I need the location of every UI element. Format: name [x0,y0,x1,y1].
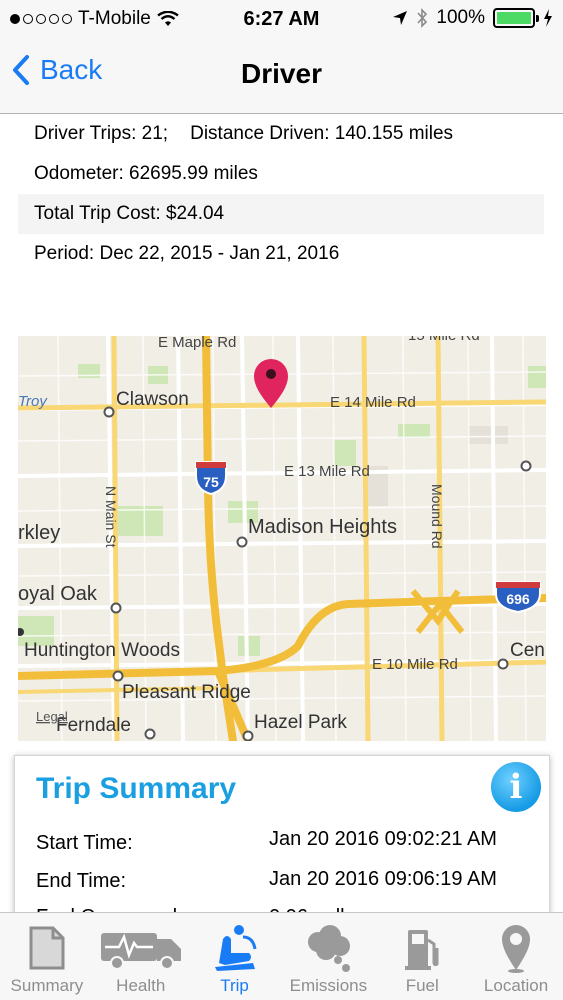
tab-label-summary: Summary [10,976,84,995]
tab-label-health: Health [116,976,166,995]
driver-info: Driver Trips: 21; Distance Driven: 140.1… [18,114,544,274]
period: Period: Dec 22, 2015 - Jan 21, 2016 [18,234,544,274]
map-label-madison-heights: Madison Heights [248,516,397,538]
map-label-e10: E 10 Mile Rd [372,656,458,673]
tab-label-trip: Trip [220,976,249,995]
tab-label-fuel: Fuel [405,976,439,995]
tab-health[interactable]: Health [94,913,188,1000]
info-button[interactable]: i [491,762,541,812]
tab-trip[interactable]: Trip [188,913,282,1000]
location-arrow-icon [393,11,408,25]
map-label-pleasant-ridge: Pleasant Ridge [122,682,251,703]
trip-summary-title: Trip Summary [36,772,237,805]
i75-shield: 75 [195,461,227,496]
driver-seat-icon [214,925,257,971]
battery-icon [493,8,539,28]
map-label-center: Cen [510,640,545,661]
tab-summary[interactable]: Summary [0,913,94,1000]
fuel-pump-icon [405,930,439,970]
map-label-e13: E 13 Mile Rd [284,463,370,480]
tab-label-location: Location [483,976,549,995]
map-label-hazel-park: Hazel Park [254,712,347,733]
tab-fuel[interactable]: Fuel [375,913,469,1000]
battery-percent: 100% [436,7,485,28]
map-label-mound: Mound Rd [429,484,445,549]
map-label-e14: E 14 Mile Rd [330,394,416,411]
i696-label: 696 [506,591,530,607]
i75-label: 75 [203,474,219,490]
odometer: Odometer: 62695.99 miles [18,157,508,191]
status-bar: T-Mobile 6:27 AM 100% [0,0,563,40]
start-time-value: Jan 20 2016 09:02:21 AM [269,828,497,850]
start-time-label: Start Time: [36,832,133,854]
ambulance-icon [100,933,181,970]
driver-trips: Driver Trips: 21; [34,123,169,144]
map-label-e-maple: E Maple Rd [158,336,236,351]
page-title: Driver [241,58,322,89]
charging-icon [544,9,552,27]
end-time-value: Jan 20 2016 09:06:19 AM [269,868,497,890]
tab-location[interactable]: Location [469,913,563,1000]
map-label-royal-oak: oyal Oak [18,583,98,605]
map-label-clawson: Clawson [116,389,189,410]
map-label-huntington-woods: Huntington Woods [24,640,180,661]
distance-driven: Distance Driven: 140.155 miles [190,123,454,144]
map-canvas: 75 696 E Maple Rd 15 Mile Rd Troy Clawso… [18,336,546,741]
tab-bar: Summary Health Trip Emissions Fuel Locat… [0,912,563,1000]
map-label-berkley: rkley [18,522,60,544]
i696-shield: 696 [495,581,541,614]
info-icon: i [509,767,523,807]
map-legal-link[interactable]: Legal [36,709,68,724]
tab-label-emissions: Emissions [289,976,368,995]
end-time-label: End Time: [36,870,127,892]
map-label-15-mile: 15 Mile Rd [408,336,480,344]
location-pin-icon [502,925,531,973]
tab-emissions[interactable]: Emissions [281,913,375,1000]
document-icon [29,926,65,970]
map-pin-icon[interactable] [254,359,288,408]
smoke-icon [308,925,351,972]
map-label-n-main: N Main St [103,486,119,548]
map-label-troy: Troy [18,393,48,410]
bluetooth-icon [417,8,428,28]
trip-map[interactable]: 75 696 E Maple Rd 15 Mile Rd Troy Clawso… [18,336,546,741]
navigation-bar: Back Driver [0,40,563,114]
total-trip-cost: Total Trip Cost: $24.04 [34,203,225,224]
